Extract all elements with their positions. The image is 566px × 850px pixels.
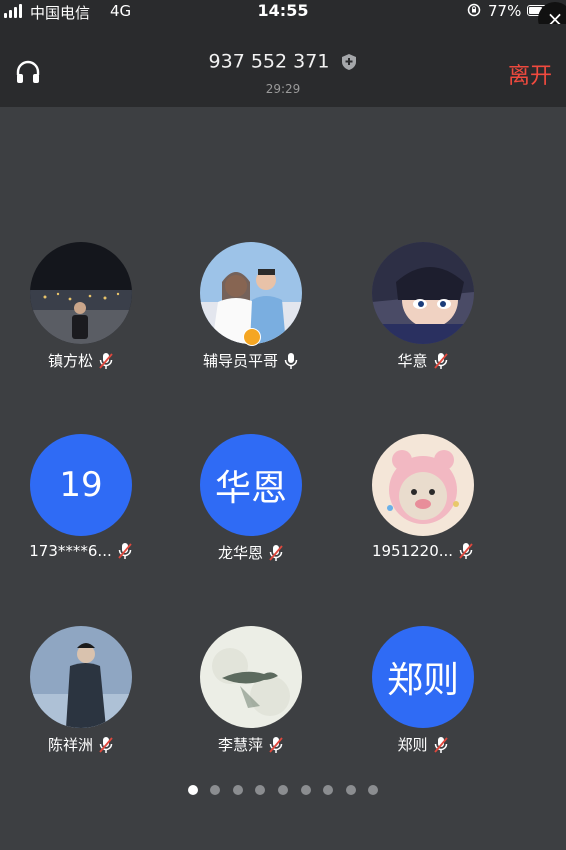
page-dot[interactable] — [187, 785, 198, 795]
mic-muted-icon — [433, 736, 448, 753]
participant-name-row: 李慧萍 — [171, 734, 331, 755]
avatar — [30, 626, 132, 728]
participant-name-row: 辅导员平哥 — [171, 350, 331, 371]
participant-name-row: 郑则 — [343, 734, 503, 755]
mic-muted-icon — [459, 543, 473, 559]
shield-icon — [342, 53, 357, 70]
mic-muted-icon — [433, 352, 448, 369]
avatar — [372, 434, 474, 536]
avatar-initials: 华恩 — [214, 468, 287, 509]
avatar-initials: 19 — [59, 465, 103, 505]
participant-name-row: 华意 — [343, 350, 503, 371]
page-dot[interactable] — [232, 785, 243, 795]
participant-name-row: 173****6... — [1, 542, 161, 560]
participant-tile[interactable]: 李慧萍 — [171, 626, 331, 755]
participant-name: 李慧萍 — [217, 736, 263, 754]
participant-name: 陈祥洲 — [47, 736, 93, 754]
participant-name-row: 龙华恩 — [171, 542, 331, 563]
page-dot[interactable] — [255, 785, 266, 795]
rotation-lock-icon — [467, 3, 481, 17]
mic-muted-icon — [269, 736, 283, 753]
participant-name: 辅导员平哥 — [202, 352, 278, 370]
page-dot[interactable] — [368, 785, 379, 795]
mic-muted-icon — [118, 543, 132, 559]
avatar — [372, 242, 474, 344]
pagination-dots[interactable] — [0, 785, 566, 795]
participant-name: 华意 — [397, 352, 428, 370]
status-bar: 中国电信 4G 14:55 77% — [0, 0, 566, 24]
meeting-id-text: 937 552 371 — [208, 50, 330, 73]
page-dot[interactable] — [345, 785, 356, 795]
meeting-id[interactable]: 937 552 371 — [0, 50, 566, 73]
mic-muted-icon — [269, 544, 283, 561]
battery-percent: 77% — [488, 2, 522, 20]
clock: 14:55 — [257, 1, 309, 20]
participant-tile[interactable]: 华意 — [343, 242, 503, 371]
participant-name: 郑则 — [397, 736, 428, 754]
participant-name: 镇方松 — [47, 352, 93, 370]
participant-name: 龙华恩 — [217, 544, 263, 562]
participant-name-row: 陈祥洲 — [1, 734, 161, 755]
participant-name-row: 1951220... — [343, 542, 503, 560]
meeting-header: 937 552 371 29:29 离开 — [0, 24, 566, 107]
page-dot[interactable] — [210, 785, 221, 795]
participant-tile[interactable]: 华恩 龙华恩 — [171, 434, 331, 563]
participant-tile[interactable]: 镇方松 — [1, 242, 161, 371]
participant-tile[interactable]: 1951220... — [343, 434, 503, 560]
host-badge-icon — [243, 328, 261, 346]
page-dot[interactable] — [323, 785, 334, 795]
participant-name: 1951220... — [371, 542, 454, 560]
meeting-duration: 29:29 — [265, 82, 301, 96]
leave-button[interactable]: 离开 — [508, 58, 552, 90]
page-dot[interactable] — [300, 785, 311, 795]
participant-tile[interactable]: 辅导员平哥 — [171, 242, 331, 371]
mic-muted-icon — [99, 352, 113, 369]
mic-on-icon — [284, 352, 298, 369]
avatar-initials: 郑则 — [386, 660, 459, 701]
avatar — [30, 242, 132, 344]
participant-name-row: 镇方松 — [1, 350, 161, 371]
avatar: 19 — [30, 434, 132, 536]
participant-name: 173****6... — [29, 542, 112, 560]
page-dot[interactable] — [278, 785, 288, 795]
avatar — [200, 626, 302, 728]
participant-tile[interactable]: 郑则 郑则 — [343, 626, 503, 755]
mic-muted-icon — [99, 736, 113, 753]
avatar: 郑则 — [372, 626, 474, 728]
participant-tile[interactable]: 陈祥洲 — [1, 626, 161, 755]
avatar: 华恩 — [200, 434, 302, 536]
participant-tile[interactable]: 19 173****6... — [1, 434, 161, 560]
